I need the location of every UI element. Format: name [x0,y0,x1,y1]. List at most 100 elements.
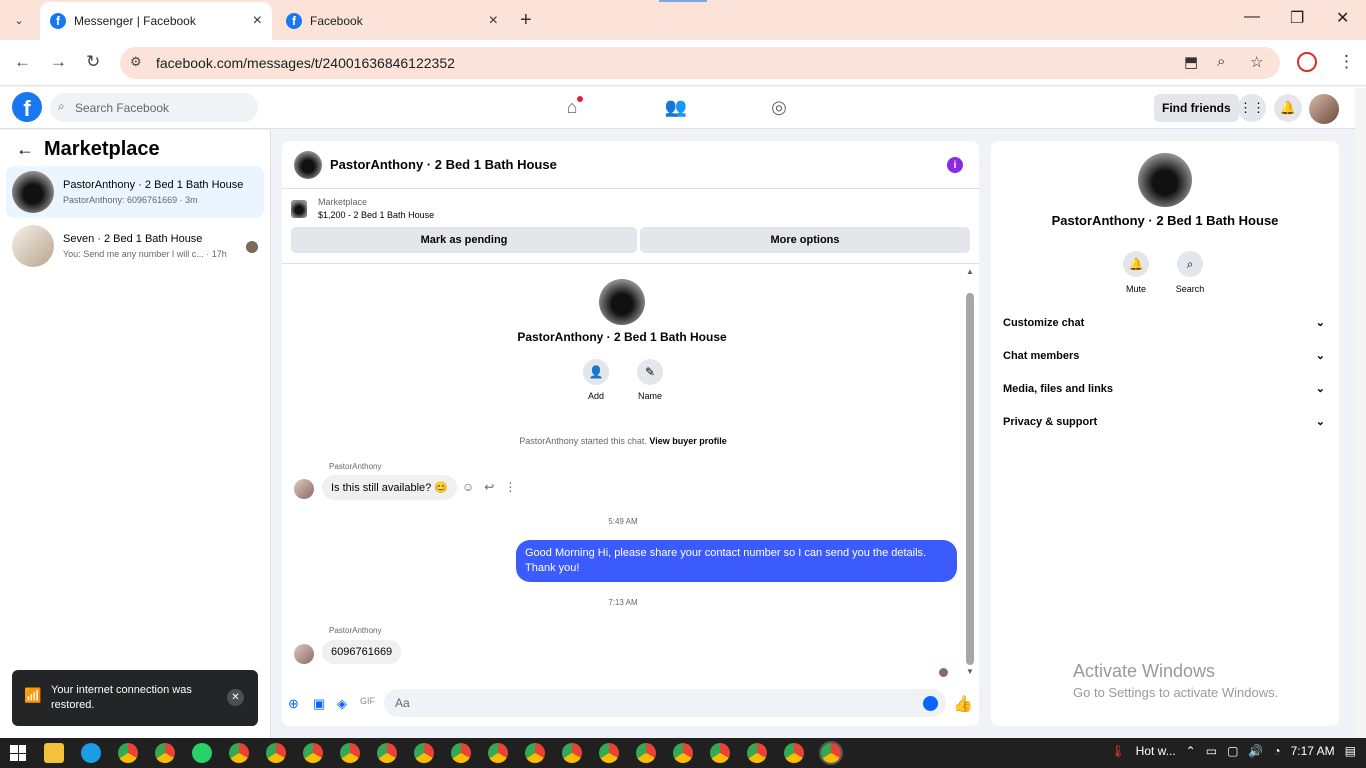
chrome-icon[interactable] [377,743,397,763]
chrome-icon[interactable] [636,743,656,763]
intro-avatar [599,279,645,325]
tab-facebook[interactable]: f Facebook × [276,2,508,40]
chrome-icon[interactable] [673,743,693,763]
chrome-profile-icon[interactable] [1297,52,1317,72]
menu-grid-icon[interactable]: ⋮⋮ [1238,94,1266,122]
facebook-logo-icon[interactable]: f [12,92,42,122]
tab-search-dropdown[interactable]: ⌄ [8,9,30,31]
chat-scrollbar[interactable] [966,293,974,665]
chrome-icon[interactable] [710,743,730,763]
scroll-down-arrow[interactable]: ▼ [966,667,974,676]
bookmark-star-icon[interactable]: ☆ [1250,53,1263,71]
forward-button[interactable]: → [50,52,67,72]
tab-accent-line [659,0,707,2]
outgoing-message[interactable]: Good Morning Hi, please share your conta… [516,540,957,582]
install-app-icon[interactable]: ⬒ [1184,53,1198,71]
message-input[interactable]: Aa [384,689,946,717]
chrome-icon[interactable] [340,743,360,763]
chrome-icon[interactable] [303,743,323,763]
clock-time[interactable]: 7:17 AM [1291,744,1335,758]
react-icon[interactable]: ☺ [462,480,474,494]
volume-icon[interactable]: 🔊 [1248,744,1263,758]
zoom-icon[interactable]: ⌕ [1217,53,1225,70]
section-customize-chat[interactable]: Customize chat ⌄ [1003,309,1329,337]
chrome-icon[interactable] [525,743,545,763]
conversation-item[interactable]: PastorAnthony · 2 Bed 1 Bath House Pasto… [6,166,264,218]
chevron-up-icon[interactable]: ⌃ [1186,744,1196,758]
chrome-icon[interactable] [414,743,434,763]
sticker-icon[interactable]: ◈ [337,696,347,712]
view-buyer-profile-link[interactable]: View buyer profile [649,436,726,446]
network-icon[interactable]: ◔ [1273,744,1280,758]
chrome-menu-icon[interactable]: ⋮ [1338,52,1355,72]
mark-as-pending-button[interactable]: Mark as pending [291,227,637,253]
close-toast-icon[interactable]: ✕ [227,689,244,706]
chrome-icon[interactable] [819,741,843,765]
photo-icon[interactable]: ▣ [313,696,325,712]
groups-icon[interactable]: ◎ [767,95,791,119]
back-arrow-icon[interactable]: ← [16,139,34,160]
restore-button[interactable]: ❐ [1290,8,1304,28]
start-button-icon[interactable] [10,745,26,761]
find-friends-button[interactable]: Find friends [1154,94,1239,122]
more-options-button[interactable]: More options [640,227,970,253]
section-chat-members[interactable]: Chat members ⌄ [1003,342,1329,370]
search-facebook-input[interactable]: ⌕ Search Facebook [50,93,258,122]
emoji-icon[interactable] [923,696,938,711]
close-tab-icon[interactable]: × [253,12,262,30]
url-bar[interactable]: ⚙ facebook.com/messages/t/24001636846122… [120,47,1280,79]
file-explorer-icon[interactable] [44,743,64,763]
close-window-button[interactable]: ✕ [1336,8,1349,28]
search-button[interactable]: ⌕ Search [1165,251,1215,294]
chrome-icon[interactable] [747,743,767,763]
more-icon[interactable]: ⋮ [504,480,516,494]
edge-icon[interactable] [81,743,101,763]
reload-button[interactable]: ↻ [86,52,100,72]
chrome-icon[interactable] [562,743,582,763]
section-privacy-support[interactable]: Privacy & support ⌄ [1003,408,1329,436]
notifications-bell-icon[interactable]: 🔔 [1274,94,1302,122]
chrome-icon[interactable] [229,743,249,763]
friends-icon[interactable]: 👥 [664,95,688,119]
home-icon[interactable]: ⌂ [560,95,584,119]
incoming-message[interactable]: Is this still available? 😊 [322,475,458,500]
name-button[interactable]: ✎ Name [625,359,675,401]
scroll-up-arrow[interactable]: ▲ [966,267,974,276]
watermark-line2: Go to Settings to activate Windows. [1073,685,1279,700]
chat-header-name[interactable]: PastorAnthony · 2 Bed 1 Bath House [330,157,557,172]
new-tab-button[interactable]: + [520,9,532,32]
display-icon[interactable]: ▢ [1227,744,1238,758]
chrome-icon[interactable] [784,743,804,763]
chrome-icon[interactable] [451,743,471,763]
account-avatar[interactable] [1309,94,1339,124]
back-button[interactable]: ← [14,52,31,72]
chrome-icon[interactable] [266,743,286,763]
gif-icon[interactable]: GIF [360,696,375,706]
reply-icon[interactable]: ↩ [484,480,494,494]
battery-icon[interactable]: ▭ [1206,744,1217,758]
minimize-button[interactable]: — [1244,8,1260,26]
add-button[interactable]: 👤 Add [571,359,621,401]
tab-messenger[interactable]: f Messenger | Facebook × [40,2,272,40]
conversation-preview: PastorAnthony: 6096761669 · 3m [63,195,198,205]
conversation-item[interactable]: Seven · 2 Bed 1 Bath House You: Send me … [6,220,264,272]
weather-text[interactable]: Hot w... [1136,744,1176,758]
incoming-message[interactable]: 6096761669 [322,640,402,664]
thumbs-up-icon[interactable]: 👍 [953,694,973,714]
whatsapp-icon[interactable] [192,743,212,763]
close-tab-icon[interactable]: × [489,12,498,30]
chrome-icon[interactable] [488,743,508,763]
site-info-icon[interactable]: ⚙ [130,54,142,70]
browser-tab-bar: ⌄ f Messenger | Facebook × f Facebook × … [0,0,1366,40]
section-media-files-links[interactable]: Media, files and links ⌄ [1003,375,1329,403]
plus-icon[interactable]: ⊕ [288,696,299,712]
info-icon[interactable]: i [947,157,963,173]
mute-button[interactable]: 🔔 Mute [1111,251,1161,294]
listing-summary[interactable]: Marketplace $1,200 - 2 Bed 1 Bath House [291,197,434,220]
chrome-icon[interactable] [155,743,175,763]
chat-avatar[interactable] [294,150,322,179]
page-scrollbar[interactable] [1355,88,1366,738]
notification-center-icon[interactable]: ▤ [1345,744,1356,758]
chrome-icon[interactable] [599,743,619,763]
chrome-icon[interactable] [118,743,138,763]
